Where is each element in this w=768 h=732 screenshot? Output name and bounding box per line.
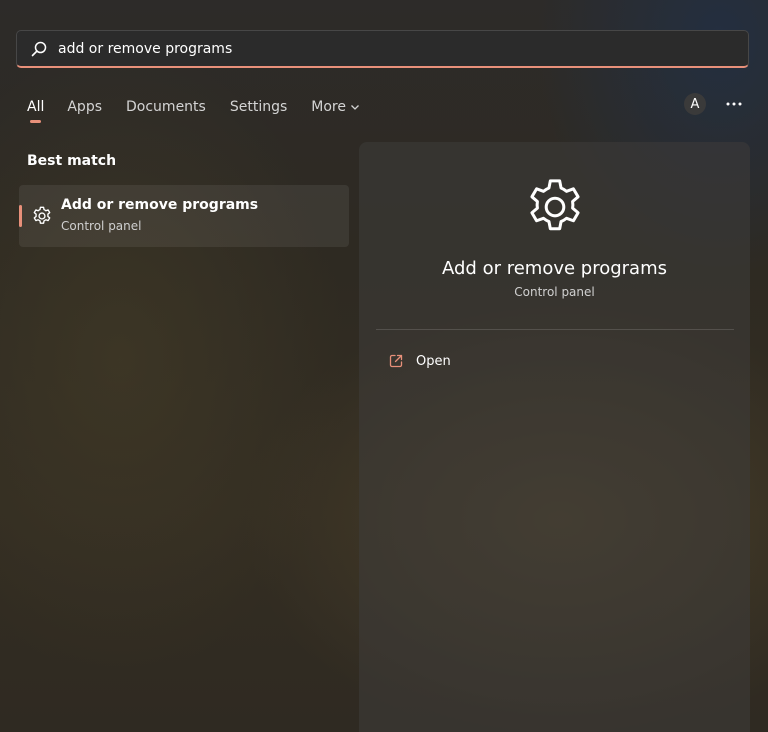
account-avatar[interactable]: A — [684, 93, 706, 115]
gear-icon — [31, 205, 53, 227]
tab-more-label: More — [311, 99, 346, 115]
chevron-down-icon — [350, 102, 360, 112]
detail-title: Add or remove programs — [442, 258, 667, 279]
start-search-panel: All Apps Documents Settings More A — [0, 0, 768, 732]
tab-more[interactable]: More — [311, 96, 360, 118]
gear-icon — [522, 174, 588, 240]
open-label: Open — [416, 353, 451, 369]
detail-subtitle: Control panel — [514, 285, 595, 299]
tab-all[interactable]: All — [27, 96, 45, 123]
tab-settings-label: Settings — [229, 99, 288, 115]
active-tab-indicator — [30, 120, 41, 123]
tab-documents[interactable]: Documents — [126, 96, 206, 118]
tab-apps[interactable]: Apps — [67, 96, 102, 118]
open-external-icon — [388, 353, 404, 369]
divider — [376, 329, 734, 330]
tab-documents-label: Documents — [126, 99, 206, 115]
best-match-result[interactable]: Add or remove programs Control panel — [19, 185, 349, 247]
search-icon — [30, 40, 48, 58]
result-subtitle: Control panel — [61, 219, 142, 233]
open-button[interactable]: Open — [376, 346, 734, 376]
result-title: Add or remove programs — [61, 197, 259, 213]
tab-apps-label: Apps — [67, 99, 103, 115]
search-box[interactable] — [16, 30, 749, 68]
more-options-icon[interactable] — [725, 97, 743, 111]
tab-all-label: All — [27, 99, 45, 115]
tab-settings[interactable]: Settings — [230, 96, 287, 118]
selection-indicator — [19, 205, 22, 227]
filter-tabs: All Apps Documents Settings More — [27, 96, 384, 123]
best-match-heading: Best match — [27, 153, 117, 169]
detail-panel: Add or remove programs Control panel Ope… — [359, 142, 750, 732]
search-input[interactable] — [58, 31, 748, 66]
